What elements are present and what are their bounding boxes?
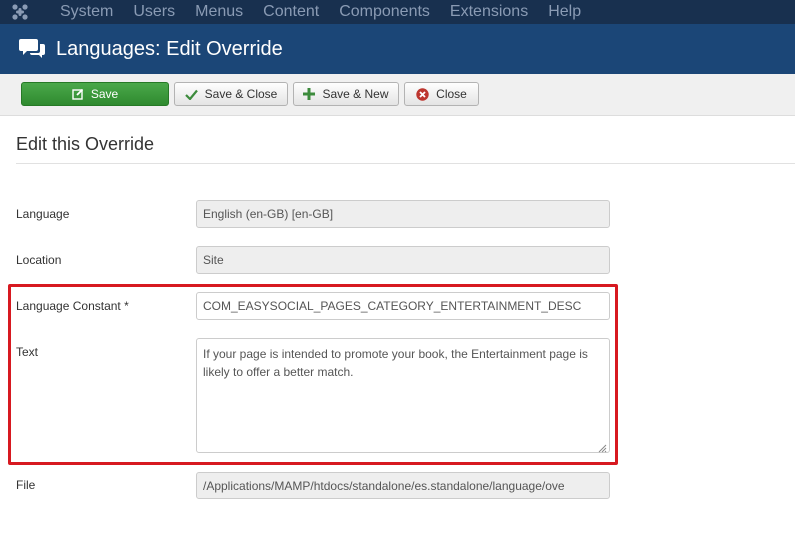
location-field: Site bbox=[196, 246, 610, 274]
comments-icon bbox=[19, 37, 47, 61]
language-constant-label: Language Constant * bbox=[16, 299, 129, 313]
page-header: Languages: Edit Override bbox=[0, 24, 795, 74]
close-label: Close bbox=[436, 87, 467, 101]
toolbar: Save Save & Close Save & New Close bbox=[0, 74, 795, 116]
save-button[interactable]: Save bbox=[21, 82, 169, 106]
language-field: English (en-GB) [en-GB] bbox=[196, 200, 610, 228]
section-title: Edit this Override bbox=[16, 134, 155, 154]
section-divider bbox=[16, 163, 795, 164]
save-close-button[interactable]: Save & Close bbox=[174, 82, 288, 106]
menu-components[interactable]: Components bbox=[329, 0, 440, 24]
cancel-circle-icon bbox=[416, 87, 429, 101]
resize-handle-icon[interactable] bbox=[597, 440, 607, 453]
language-label: Language bbox=[16, 207, 70, 221]
joomla-logo-icon[interactable] bbox=[0, 0, 40, 24]
menu-users[interactable]: Users bbox=[123, 0, 185, 24]
save-new-button[interactable]: Save & New bbox=[293, 82, 399, 106]
menu-menus[interactable]: Menus bbox=[185, 0, 253, 24]
file-label: File bbox=[16, 478, 36, 492]
close-button[interactable]: Close bbox=[404, 82, 479, 106]
plus-icon bbox=[303, 88, 316, 100]
menu-content[interactable]: Content bbox=[253, 0, 329, 24]
text-label: Text bbox=[16, 345, 39, 359]
save-close-label: Save & Close bbox=[204, 87, 278, 101]
file-field: /Applications/MAMP/htdocs/standalone/es.… bbox=[196, 472, 610, 499]
menu-extensions[interactable]: Extensions bbox=[440, 0, 538, 24]
menu-system[interactable]: System bbox=[40, 0, 123, 24]
location-label: Location bbox=[16, 253, 62, 267]
top-menu-bar: System Users Menus Content Components Ex… bbox=[0, 0, 795, 24]
checkmark-icon bbox=[184, 89, 198, 100]
menu-help[interactable]: Help bbox=[538, 0, 591, 24]
text-textarea[interactable]: If your page is intended to promote your… bbox=[196, 338, 610, 453]
text-value: If your page is intended to promote your… bbox=[203, 347, 588, 379]
edit-icon bbox=[72, 88, 84, 100]
page-title: Languages: Edit Override bbox=[56, 37, 283, 60]
save-new-label: Save & New bbox=[322, 87, 389, 101]
save-label: Save bbox=[90, 87, 119, 101]
language-constant-input[interactable]: COM_EASYSOCIAL_PAGES_CATEGORY_ENTERTAINM… bbox=[196, 292, 610, 320]
